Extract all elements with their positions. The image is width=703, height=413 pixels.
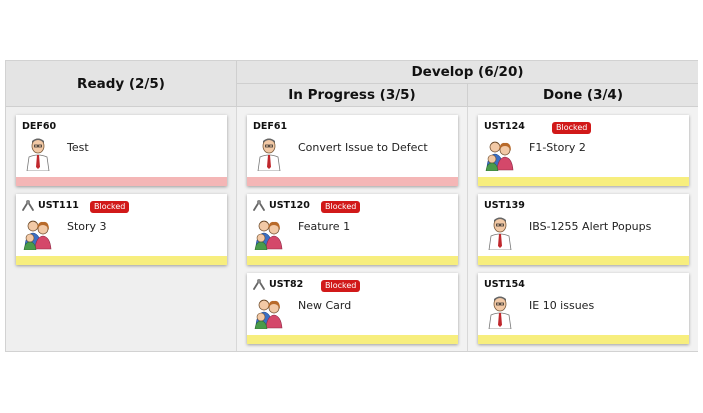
card-id: UST154 <box>484 279 525 290</box>
column-header-in-progress[interactable]: In Progress (3/5) <box>237 84 468 107</box>
card-title: Story 3 <box>67 220 107 233</box>
card-title: Convert Issue to Defect <box>298 141 428 154</box>
card-ust120[interactable]: UST120 Blocked Feature 1 <box>247 194 458 265</box>
person-avatar-icon <box>253 137 285 171</box>
column-header-develop-label: Develop (6/20) <box>411 64 524 80</box>
defect-band <box>16 177 227 186</box>
column-ready: DEF60 Test UST111 Blocked Story 3 <box>6 107 237 351</box>
card-id: UST111 <box>38 200 79 211</box>
blocked-badge: Blocked <box>552 122 592 134</box>
card-ust139[interactable]: UST139 IBS-1255 Alert Popups <box>478 194 689 265</box>
group-avatar-icon <box>484 137 516 171</box>
group-avatar-icon <box>22 216 54 250</box>
card-title: New Card <box>298 299 352 312</box>
card-def61[interactable]: DEF61 Convert Issue to Defect <box>247 115 458 186</box>
column-header-done[interactable]: Done (3/4) <box>468 84 698 107</box>
group-avatar-icon <box>253 295 285 329</box>
link-icon <box>252 198 266 212</box>
defect-band <box>247 177 458 186</box>
person-avatar-icon <box>484 216 516 250</box>
card-id: UST82 <box>269 279 304 290</box>
column-header-in-progress-label: In Progress (3/5) <box>288 87 416 103</box>
card-ust82[interactable]: UST82 Blocked New Card <box>247 273 458 344</box>
story-band <box>478 335 689 344</box>
card-id: DEF61 <box>253 121 288 132</box>
card-title: Feature 1 <box>298 220 351 233</box>
card-id: UST124 <box>484 121 525 132</box>
story-band <box>247 335 458 344</box>
link-icon <box>21 198 35 212</box>
group-avatar-icon <box>253 216 285 250</box>
column-done: UST124 Blocked F1-Story 2 UST139 IBS-125… <box>468 107 698 351</box>
card-ust111[interactable]: UST111 Blocked Story 3 <box>16 194 227 265</box>
column-header-develop[interactable]: Develop (6/20) <box>237 61 698 84</box>
column-header-ready[interactable]: Ready (2/5) <box>6 61 237 107</box>
person-avatar-icon <box>22 137 54 171</box>
card-id: UST139 <box>484 200 525 211</box>
story-band <box>478 256 689 265</box>
card-ust124[interactable]: UST124 Blocked F1-Story 2 <box>478 115 689 186</box>
blocked-badge: Blocked <box>321 280 361 292</box>
card-def60[interactable]: DEF60 Test <box>16 115 227 186</box>
kanban-board: Ready (2/5) Develop (6/20) In Progress (… <box>5 60 698 352</box>
card-ust154[interactable]: UST154 IE 10 issues <box>478 273 689 344</box>
column-header-done-label: Done (3/4) <box>542 87 623 103</box>
column-header-ready-label: Ready (2/5) <box>77 75 165 92</box>
card-title: Test <box>67 141 89 154</box>
person-avatar-icon <box>484 295 516 329</box>
card-title: IBS-1255 Alert Popups <box>529 220 652 233</box>
story-band <box>16 256 227 265</box>
card-id: UST120 <box>269 200 310 211</box>
blocked-badge: Blocked <box>90 201 130 213</box>
card-id: DEF60 <box>22 121 57 132</box>
blocked-badge: Blocked <box>321 201 361 213</box>
card-title: F1-Story 2 <box>529 141 586 154</box>
card-title: IE 10 issues <box>529 299 595 312</box>
story-band <box>478 177 689 186</box>
story-band <box>247 256 458 265</box>
link-icon <box>252 277 266 291</box>
column-in-progress: DEF61 Convert Issue to Defect UST120 Blo… <box>237 107 468 351</box>
